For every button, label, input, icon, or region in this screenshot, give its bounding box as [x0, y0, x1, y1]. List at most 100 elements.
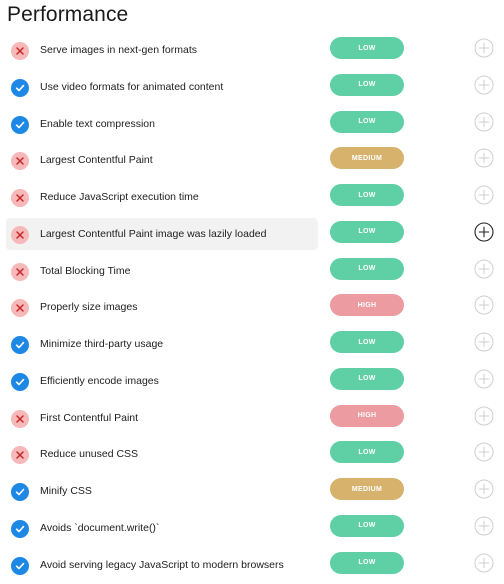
- audit-row[interactable]: Minimize third-party usage LOW: [0, 326, 504, 363]
- status-pass-icon: [11, 78, 29, 97]
- plus-circle-icon: [474, 112, 494, 131]
- plus-circle-icon: [474, 185, 494, 205]
- audit-label: Reduce unused CSS: [40, 448, 139, 461]
- x-icon: [16, 451, 24, 459]
- audit-row[interactable]: Total Blocking Time LOW: [0, 253, 504, 290]
- impact-badge: LOW: [330, 184, 404, 206]
- plus-circle-icon: [474, 259, 494, 278]
- audit-label: Avoids `document.write()`: [40, 521, 160, 534]
- add-button[interactable]: [474, 222, 494, 242]
- impact-badge: LOW: [330, 551, 404, 574]
- audit-label: Total Blocking Time: [40, 264, 131, 277]
- impact-badge: LOW: [330, 514, 404, 537]
- audit-row[interactable]: Avoid serving legacy JavaScript to moder…: [0, 547, 504, 584]
- status-pass-icon: [11, 115, 29, 134]
- status-fail-icon: [11, 152, 29, 171]
- impact-badge: HIGH: [330, 294, 404, 317]
- audit-label: Enable text compression: [40, 117, 155, 130]
- audit-row[interactable]: Properly size images HIGH: [0, 289, 504, 326]
- audit-label: Efficiently encode images: [40, 374, 159, 387]
- add-button[interactable]: [474, 442, 494, 462]
- audit-row[interactable]: Serve images in next-gen formats LOW: [0, 32, 504, 69]
- audit-row[interactable]: Largest Contentful Paint MEDIUM: [0, 142, 504, 179]
- page-title: Performance: [7, 3, 129, 26]
- status-pass-icon: [11, 556, 29, 575]
- x-icon: [16, 414, 24, 423]
- status-fail-icon: [11, 42, 29, 60]
- impact-badge: MEDIUM: [330, 147, 404, 170]
- impact-badge: LOW: [330, 110, 404, 133]
- x-icon: [16, 194, 24, 202]
- impact-badge: LOW: [330, 367, 404, 390]
- impact-badge: LOW: [330, 73, 404, 96]
- plus-circle-icon: [474, 369, 494, 389]
- plus-circle-icon: [474, 406, 494, 425]
- check-icon: [15, 121, 25, 128]
- add-button[interactable]: [474, 185, 494, 205]
- audit-row[interactable]: Largest Contentful Paint image was lazil…: [0, 216, 504, 253]
- plus-circle-icon: [474, 75, 494, 95]
- add-button[interactable]: [474, 295, 494, 315]
- status-fail-icon: [11, 446, 29, 465]
- add-button[interactable]: [474, 148, 494, 168]
- audit-row[interactable]: Efficiently encode images LOW: [0, 363, 504, 400]
- add-button[interactable]: [474, 406, 494, 426]
- audit-row[interactable]: First Contentful Paint HIGH: [0, 400, 504, 437]
- audit-label: First Contentful Paint: [40, 411, 139, 424]
- x-icon: [16, 47, 24, 55]
- audit-label: Minimize third-party usage: [40, 338, 164, 350]
- plus-circle-icon: [474, 222, 494, 242]
- check-icon: [15, 341, 25, 349]
- audit-label: Minify CSS: [40, 485, 92, 497]
- audit-row[interactable]: Use video formats for animated content LO…: [0, 69, 504, 106]
- plus-circle-icon: [474, 553, 494, 572]
- audit-label: Largest Contentful Paint: [40, 154, 153, 167]
- add-button[interactable]: [474, 332, 494, 352]
- add-button[interactable]: [474, 75, 494, 95]
- audit-row[interactable]: Reduce JavaScript execution time LOW: [0, 179, 504, 216]
- audit-label: Use video formats for animated content: [40, 80, 224, 93]
- plus-circle-icon: [474, 295, 494, 315]
- audit-label: Properly size images: [40, 301, 138, 314]
- status-fail-icon: [11, 262, 29, 281]
- add-button[interactable]: [474, 516, 494, 536]
- status-pass-icon: [11, 336, 29, 354]
- impact-badge: LOW: [330, 441, 404, 464]
- status-pass-icon: [11, 483, 29, 501]
- add-button[interactable]: [474, 553, 494, 573]
- x-icon: [16, 231, 24, 239]
- plus-circle-icon: [474, 516, 494, 536]
- add-button[interactable]: [474, 479, 494, 499]
- impact-badge: LOW: [330, 331, 404, 353]
- plus-circle-icon: [474, 442, 494, 462]
- audit-row[interactable]: Avoids `document.write()` LOW: [0, 510, 504, 547]
- impact-badge: LOW: [330, 220, 404, 243]
- audit-label: Serve images in next-gen formats: [40, 44, 197, 56]
- impact-badge: MEDIUM: [330, 478, 404, 500]
- audit-row[interactable]: Reduce unused CSS LOW: [0, 436, 504, 473]
- audit-label: Avoid serving legacy JavaScript to moder…: [40, 558, 284, 571]
- status-fail-icon: [11, 409, 29, 428]
- audit-label: Largest Contentful Paint image was lazil…: [40, 227, 267, 240]
- impact-badge: LOW: [330, 257, 404, 280]
- x-icon: [16, 304, 24, 312]
- status-fail-icon: [11, 189, 29, 207]
- check-icon: [15, 378, 25, 386]
- impact-badge: HIGH: [330, 404, 404, 427]
- add-button[interactable]: [474, 259, 494, 279]
- plus-circle-icon: [474, 38, 494, 58]
- audit-row[interactable]: Minify CSS MEDIUM: [0, 473, 504, 510]
- status-fail-icon: [11, 225, 29, 244]
- add-button[interactable]: [474, 369, 494, 389]
- plus-circle-icon: [474, 148, 494, 168]
- add-button[interactable]: [474, 112, 494, 132]
- audit-row[interactable]: Enable text compression LOW: [0, 106, 504, 143]
- x-icon: [16, 157, 24, 165]
- check-icon: [15, 525, 25, 533]
- status-pass-icon: [11, 519, 29, 538]
- plus-circle-icon: [474, 479, 494, 499]
- impact-badge: LOW: [330, 37, 404, 59]
- plus-circle-icon: [474, 332, 494, 352]
- check-icon: [15, 562, 25, 569]
- add-button[interactable]: [474, 38, 494, 58]
